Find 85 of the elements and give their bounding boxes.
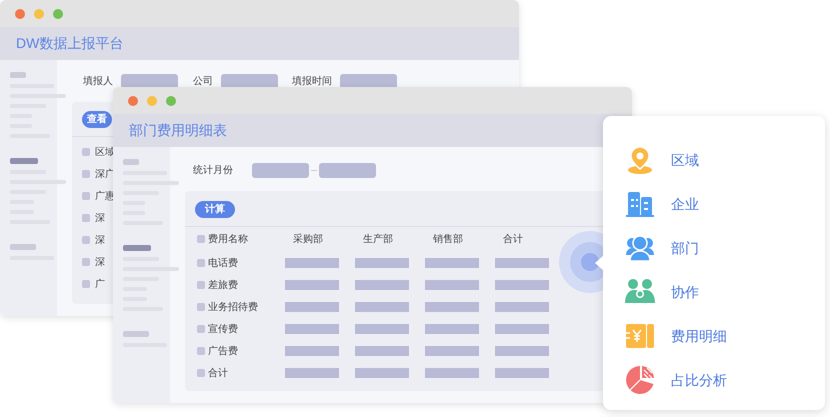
buildings-icon [625,189,655,219]
placeholder-bar [495,324,549,334]
row-label: 电话费 [208,258,238,268]
placeholder-bar [425,368,479,378]
menu-item[interactable]: 协作 [603,270,825,314]
checkbox[interactable] [197,281,205,289]
pie-chart-icon [625,365,655,395]
placeholder-bar [355,346,409,356]
row-label: 合计 [208,368,228,378]
placeholder-bar [285,324,339,334]
skeleton-line [123,331,149,337]
row-label: 深 [95,212,105,226]
calculate-button[interactable]: 计算 [195,201,235,218]
placeholder-bar [355,280,409,290]
pin-icon [625,145,655,175]
close-button[interactable] [15,8,25,18]
checkbox[interactable] [197,303,205,311]
column-header: 采购部 [293,234,323,244]
placeholder-bar [285,368,339,378]
checkbox[interactable] [82,170,90,178]
placeholder-bar [425,302,479,312]
checkbox[interactable] [82,214,90,222]
column-header: 费用名称 [208,234,248,244]
placeholder-bar [285,302,339,312]
placeholder-bar [495,346,549,356]
field-label: 填报时间 [292,74,332,89]
placeholder-bar [355,302,409,312]
column-header: 销售部 [433,234,463,244]
row-label: 宣传费 [208,324,238,334]
placeholder-bar [425,346,479,356]
placeholder-bar [495,258,549,268]
row-label: 深 [95,234,105,248]
close-button[interactable] [128,96,138,106]
minimize-button[interactable] [34,8,44,18]
menu-item[interactable]: 区域 [603,138,825,182]
column-header: 合计 [503,234,523,244]
row-label: 业务招待费 [208,302,258,312]
placeholder-bar [495,302,549,312]
money-icon [625,321,655,351]
placeholder-bar [495,280,549,290]
input-field[interactable] [252,163,309,178]
checkbox[interactable] [197,259,205,267]
placeholder-bar [355,258,409,268]
column-header: 生产部 [363,234,393,244]
window-title: DW数据上报平台 [16,34,124,53]
checkbox[interactable] [197,347,205,355]
minimize-button[interactable] [147,96,157,106]
row-label: 差旅费 [208,280,238,290]
placeholder-bar [285,258,339,268]
row-label: 广 [95,278,105,292]
checkbox[interactable] [197,325,205,333]
placeholder-bar [355,368,409,378]
view-button[interactable]: 查看 [82,111,112,128]
checkbox[interactable] [82,236,90,244]
placeholder-bar [425,280,479,290]
field-label: 公司 [193,75,213,89]
menu-item[interactable]: 企业 [603,182,825,226]
placeholder-bar [495,368,549,378]
maximize-button[interactable] [166,96,176,106]
input-field[interactable] [319,163,376,178]
field-label: 填报人 [83,74,113,89]
checkbox[interactable] [197,369,205,377]
placeholder-bar [355,324,409,334]
placeholder-bar [425,258,479,268]
checkbox[interactable] [82,280,90,288]
maximize-button[interactable] [53,8,63,18]
checkbox[interactable] [82,192,90,200]
placeholder-bar [425,324,479,334]
checkbox[interactable] [82,258,90,266]
skeleton-line [10,72,26,78]
skeleton-line [10,158,38,164]
menu-item[interactable]: 费用明细 [603,314,825,358]
menu-item[interactable]: 部门 [603,226,825,270]
placeholder-bar [285,346,339,356]
checkbox[interactable] [82,148,90,156]
window-title: 部门费用明细表 [129,121,227,140]
placeholder-bar [285,280,339,290]
skeleton-line [123,245,151,251]
row-label: 广告费 [208,346,238,356]
skeleton-line [10,244,36,250]
checkbox[interactable] [197,235,205,243]
menu-item[interactable]: 占比分析 [603,358,825,402]
row-label: 深 [95,256,105,270]
skeleton-line [123,159,139,165]
field-label: 统计月份 [193,164,233,178]
